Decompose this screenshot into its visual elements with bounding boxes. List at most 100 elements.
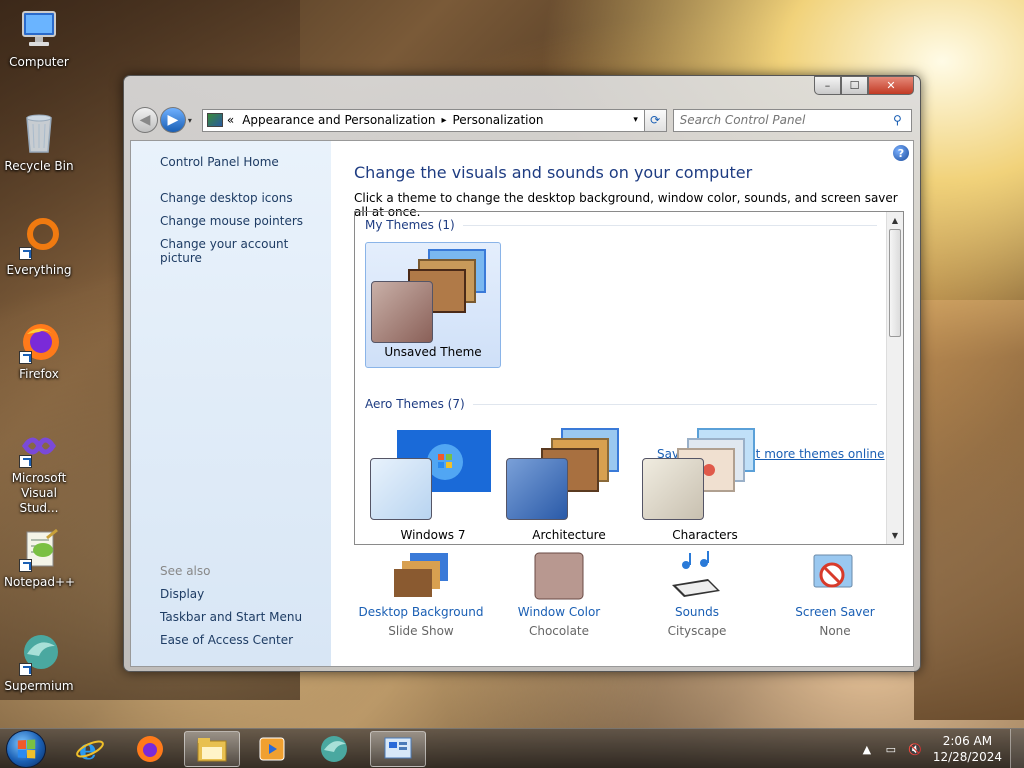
- network-icon[interactable]: ▭: [882, 743, 900, 756]
- forward-button[interactable]: ▶: [159, 107, 186, 133]
- taskbar-media-player[interactable]: [244, 731, 300, 767]
- sounds-link[interactable]: Sounds: [627, 605, 767, 619]
- window-color-swatch: [371, 281, 433, 343]
- search-box: ⚲: [672, 108, 912, 132]
- scroll-down-arrow[interactable]: ▼: [887, 527, 903, 544]
- clock-date: 12/28/2024: [932, 750, 1002, 764]
- theme-name: Unsaved Theme: [384, 345, 482, 359]
- change-desktop-icons-link[interactable]: Change desktop icons: [160, 191, 293, 205]
- sounds-icon: [668, 551, 726, 601]
- taskbar-file-explorer[interactable]: [184, 731, 240, 767]
- desktop-icon-firefox[interactable]: Firefox: [4, 320, 74, 382]
- computer-icon: [17, 8, 61, 52]
- address-bar[interactable]: « Appearance and Personalization ▸ Perso…: [201, 108, 645, 132]
- theme-name: Architecture: [532, 528, 606, 542]
- notification-area: ▲ ▭ 🔇 2:06 AM 12/28/2024: [855, 729, 1024, 768]
- firefox-icon: [137, 736, 163, 762]
- screen-saver-value: None: [819, 624, 851, 638]
- taskbar-firefox[interactable]: [122, 731, 178, 767]
- my-themes-header-label: My Themes (1): [365, 218, 455, 232]
- search-input[interactable]: [679, 113, 893, 127]
- window-color-setting[interactable]: Window Color Chocolate: [489, 551, 629, 638]
- shortcut-arrow-icon: [19, 559, 32, 572]
- scroll-up-arrow[interactable]: ▲: [887, 212, 903, 229]
- taskbar-start-menu-link[interactable]: Taskbar and Start Menu: [160, 610, 302, 624]
- address-dropdown[interactable]: ▾: [628, 115, 644, 125]
- taskbar-supermium[interactable]: [306, 731, 362, 767]
- supermium-icon: [321, 736, 347, 762]
- desktop-icon-visual-studio[interactable]: Microsoft Visual Stud...: [4, 424, 74, 516]
- everything-icon: [17, 216, 61, 260]
- close-button[interactable]: ✕: [868, 76, 914, 95]
- control-panel-home-link[interactable]: Control Panel Home: [160, 155, 279, 169]
- sounds-setting[interactable]: Sounds Cityscape: [627, 551, 767, 638]
- supermium-icon: [17, 632, 61, 676]
- aero-themes-header[interactable]: Aero Themes (7): [365, 397, 877, 411]
- main-content: ? Change the visuals and sounds on your …: [331, 141, 913, 666]
- desktop-background-setting[interactable]: Desktop Background Slide Show: [351, 551, 491, 638]
- theme-tile-unsaved[interactable]: Unsaved Theme: [365, 242, 501, 368]
- see-also-heading: See also: [160, 564, 211, 578]
- ease-of-access-link[interactable]: Ease of Access Center: [160, 633, 293, 647]
- display-link[interactable]: Display: [160, 587, 204, 601]
- clock-time: 2:06 AM: [942, 734, 993, 748]
- change-mouse-pointers-link[interactable]: Change mouse pointers: [160, 214, 303, 228]
- refresh-button[interactable]: ⟳: [644, 108, 667, 132]
- control-panel-icon: [206, 113, 223, 127]
- desktop-background-icon: [392, 551, 450, 601]
- change-account-picture-link[interactable]: Change your account picture: [160, 237, 331, 265]
- desktop-background-link[interactable]: Desktop Background: [351, 605, 491, 619]
- desktop-icon-recycle-bin[interactable]: Recycle Bin: [4, 112, 74, 174]
- media-player-icon: [259, 737, 285, 761]
- taskbar: e ▲ ▭ 🔇 2:06 AM 12/28/2024: [0, 728, 1024, 768]
- theme-tile-architecture[interactable]: Architecture: [501, 422, 637, 542]
- desktop-icon-everything[interactable]: Everything: [4, 216, 74, 278]
- desktop-icon-notepad-plus-plus[interactable]: Notepad++: [4, 528, 75, 590]
- screen-saver-link[interactable]: Screen Saver: [765, 605, 905, 619]
- help-icon[interactable]: ?: [893, 145, 909, 161]
- search-icon[interactable]: ⚲: [893, 113, 911, 127]
- task-pane: Control Panel Home Change desktop icons …: [131, 141, 331, 666]
- window-color-icon: [530, 551, 588, 601]
- breadcrumb-personalization[interactable]: Personalization: [452, 113, 543, 127]
- taskbar-control-panel[interactable]: [370, 731, 426, 767]
- desktop-icon-supermium[interactable]: Supermium: [4, 632, 74, 694]
- clock[interactable]: 2:06 AM 12/28/2024: [933, 733, 1002, 765]
- window-controls: – ☐ ✕: [814, 76, 914, 95]
- desktop-background-value: Slide Show: [388, 624, 454, 638]
- show-hidden-icons-icon[interactable]: ▲: [858, 743, 876, 756]
- shortcut-arrow-icon: [19, 351, 32, 364]
- navigation-bar: ◀ ▶ ▾ « Appearance and Personalization ▸…: [132, 106, 912, 134]
- window-color-swatch: [506, 458, 568, 520]
- theme-tile-windows-7[interactable]: Windows 7: [365, 422, 501, 542]
- start-button[interactable]: [6, 730, 46, 768]
- breadcrumb-appearance[interactable]: Appearance and Personalization: [242, 113, 435, 127]
- window-color-swatch: [642, 458, 704, 520]
- maximize-button[interactable]: ☐: [841, 76, 868, 95]
- shortcut-arrow-icon: [19, 663, 32, 676]
- window-color-link[interactable]: Window Color: [489, 605, 629, 619]
- control-panel-icon: [384, 737, 412, 759]
- my-themes-header[interactable]: My Themes (1): [365, 218, 877, 232]
- visual-studio-icon: [17, 424, 61, 468]
- screen-saver-setting[interactable]: Screen Saver None: [765, 551, 905, 638]
- desktop-icon-computer[interactable]: Computer: [4, 8, 74, 70]
- sounds-value: Cityscape: [667, 624, 727, 638]
- show-desktop-button[interactable]: [1010, 729, 1024, 768]
- back-button[interactable]: ◀: [132, 107, 158, 133]
- address-overflow[interactable]: «: [227, 113, 234, 127]
- recent-pages-dropdown[interactable]: ▾: [188, 116, 198, 125]
- recycle-bin-icon: [17, 112, 61, 156]
- theme-tile-characters[interactable]: Characters: [637, 422, 773, 542]
- theme-list-scrollbar[interactable]: ▲ ▼: [886, 212, 903, 544]
- client-area: Control Panel Home Change desktop icons …: [130, 140, 914, 667]
- volume-muted-icon[interactable]: 🔇: [906, 743, 924, 756]
- taskbar-internet-explorer[interactable]: e: [62, 731, 118, 767]
- firefox-icon: [17, 320, 61, 364]
- scroll-thumb[interactable]: [889, 229, 901, 337]
- minimize-button[interactable]: –: [814, 76, 841, 95]
- theme-list: My Themes (1) Unsaved Theme Save theme G…: [354, 211, 904, 545]
- breadcrumb-separator[interactable]: ▸: [441, 115, 446, 126]
- aero-themes-header-label: Aero Themes (7): [365, 397, 465, 411]
- screen-saver-icon: [806, 551, 864, 601]
